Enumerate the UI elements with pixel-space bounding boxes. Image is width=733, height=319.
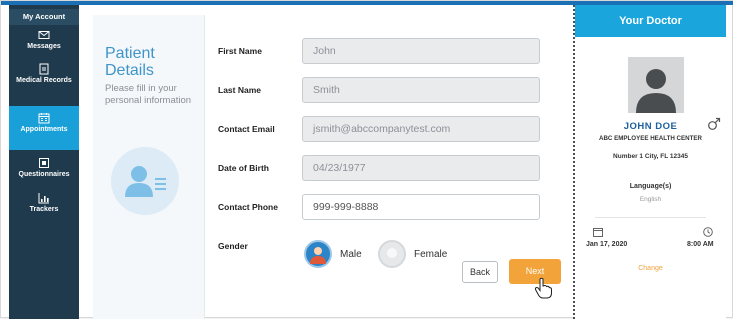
patient-avatar — [111, 147, 179, 215]
male-radio[interactable] — [304, 240, 332, 268]
gender-label: Gender — [218, 241, 248, 251]
patient-form: First Name John Last Name Smith Contact … — [206, 15, 569, 319]
date-of-birth-field[interactable]: 04/23/1977 — [302, 155, 540, 181]
sidebar-item-label: Trackers — [29, 206, 59, 213]
calendar-icon — [38, 113, 50, 124]
gender-option-female[interactable]: Female — [378, 239, 447, 269]
contact-phone-label: Contact Phone — [218, 202, 278, 212]
appointment-date: Jan 17, 2020 — [586, 241, 628, 248]
hand-cursor-icon — [534, 277, 552, 299]
sidebar-item-label: Appointments — [20, 126, 68, 133]
panel-subtitle: Please fill in your personal information — [105, 83, 192, 106]
change-link[interactable]: Change — [575, 265, 726, 272]
doctor-name: JOHN DOE — [623, 121, 678, 132]
chart-icon — [38, 193, 49, 204]
first-name-field[interactable]: John — [302, 38, 540, 64]
app-window: My Account Messages Medical Records Appo… — [0, 0, 733, 319]
contact-email-field[interactable]: jsmith@abccompanytest.com — [302, 116, 540, 142]
doctor-card: Your Doctor JOHN DOE ABC EMPLOYEE HEALTH… — [573, 5, 726, 319]
document-icon — [39, 63, 49, 75]
last-name-field[interactable]: Smith — [302, 77, 540, 103]
clock-icon — [703, 227, 713, 237]
sidebar-item-label: Medical Records — [16, 77, 72, 84]
appointment-time: 8:00 AM — [687, 241, 714, 248]
envelope-icon — [38, 31, 50, 39]
last-name-label: Last Name — [218, 85, 261, 95]
calendar-icon — [593, 228, 603, 237]
sidebar-my-account[interactable]: My Account — [9, 9, 79, 25]
sidebar-item-trackers[interactable]: Trackers — [9, 192, 79, 222]
sidebar-item-messages[interactable]: Messages — [9, 29, 79, 57]
checklist-icon — [39, 158, 49, 168]
contact-phone-field[interactable]: 999-999-8888 — [302, 194, 540, 220]
sidebar-item-questionnaires[interactable]: Questionnaires — [9, 157, 79, 185]
female-option-label: Female — [414, 248, 448, 260]
sidebar-item-appointments[interactable]: Appointments — [9, 106, 79, 150]
health-center-name: ABC EMPLOYEE HEALTH CENTER — [598, 135, 702, 142]
sidebar-item-label: Questionnaires — [18, 171, 70, 178]
male-option-label: Male — [340, 248, 362, 260]
female-radio[interactable] — [378, 240, 406, 268]
back-button[interactable]: Back — [462, 261, 498, 283]
female-avatar-icon — [387, 248, 397, 258]
doctor-photo — [628, 57, 684, 113]
divider — [595, 217, 706, 218]
first-name-label: First Name — [218, 46, 262, 56]
sidebar-item-label: Messages — [27, 43, 61, 50]
doctor-address: Number 1 City, FL 12345 — [613, 153, 688, 160]
user-card-icon — [125, 166, 166, 197]
doctor-card-header: Your Doctor — [575, 5, 726, 37]
male-avatar-icon — [310, 247, 326, 264]
male-symbol-icon — [708, 117, 721, 130]
gender-option-male[interactable]: Male — [304, 239, 362, 269]
patient-details-panel: Patient Details Please fill in your pers… — [93, 15, 205, 319]
language-value: English — [639, 196, 662, 203]
person-silhouette-icon — [628, 57, 684, 113]
contact-email-label: Contact Email — [218, 124, 275, 134]
panel-title: Patient Details — [105, 45, 155, 79]
sidebar-item-medical-records[interactable]: Medical Records — [9, 63, 79, 101]
sidebar: My Account Messages Medical Records Appo… — [9, 5, 79, 319]
language-label: Language(s) — [629, 183, 672, 190]
date-of-birth-label: Date of Birth — [218, 163, 269, 173]
